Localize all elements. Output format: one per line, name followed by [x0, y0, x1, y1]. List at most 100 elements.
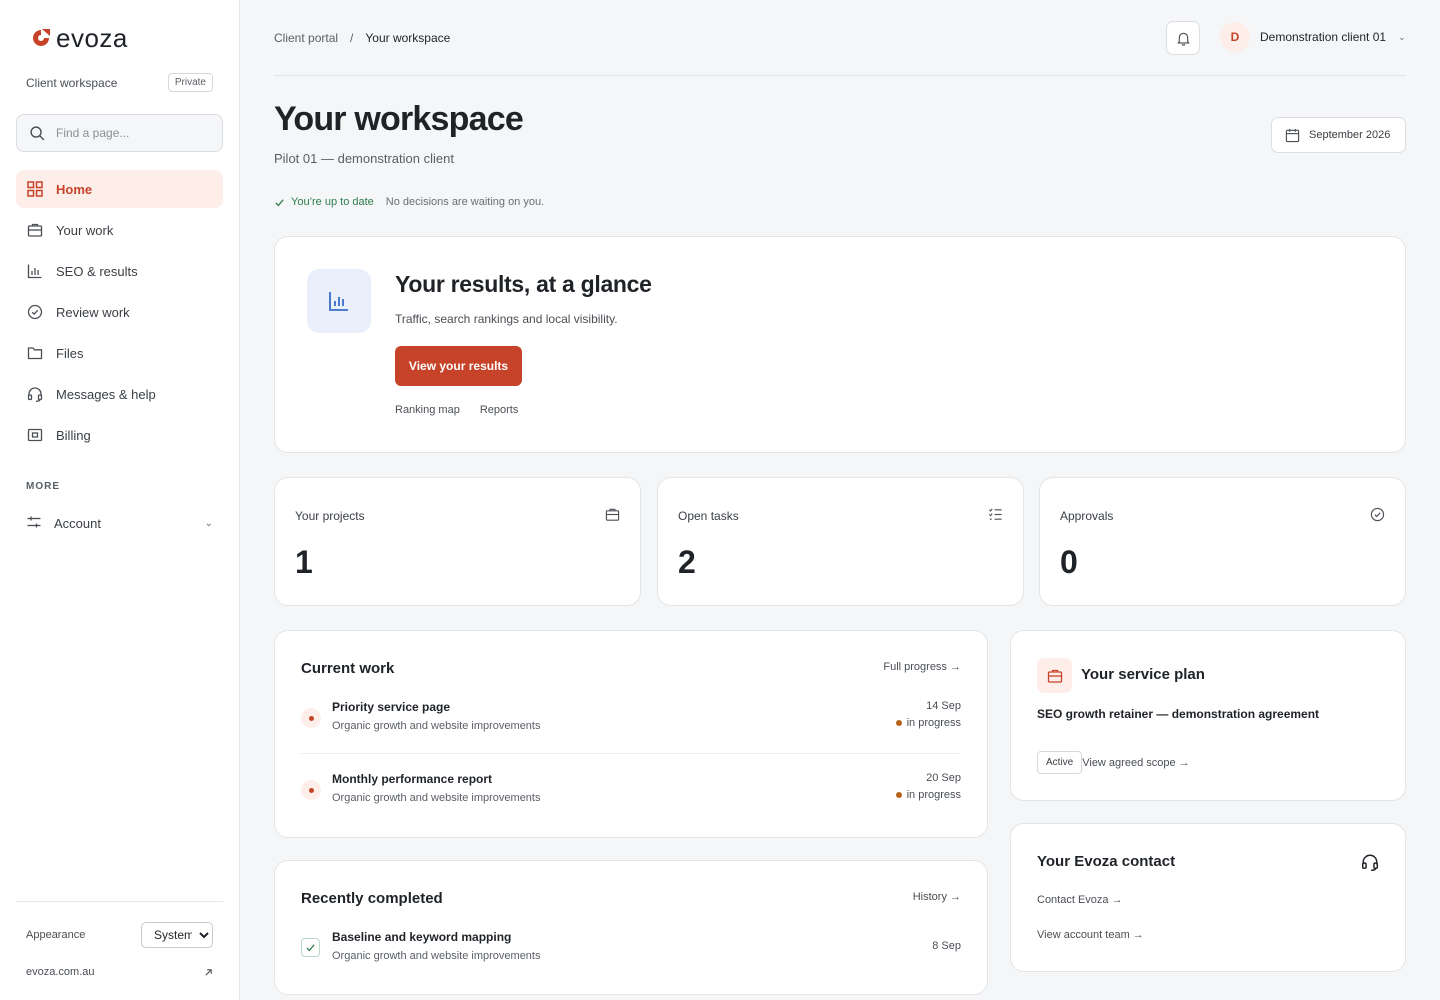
- sidebar-item-label: Review work: [56, 304, 130, 320]
- sidebar-item-your-work[interactable]: Your work: [16, 211, 223, 249]
- sidebar-item-home[interactable]: Home: [16, 170, 223, 208]
- breadcrumb-separator: /: [350, 31, 354, 45]
- stat-value: 2: [678, 544, 696, 580]
- sidebar-item-seo-results[interactable]: SEO & results: [16, 252, 223, 290]
- work-item-date: 8 Sep: [932, 940, 961, 952]
- work-item-date: 20 Sep: [926, 772, 961, 784]
- headset-icon: [1361, 853, 1379, 874]
- appearance-row: Appearance System: [26, 922, 213, 948]
- check-circle-icon: [1370, 507, 1385, 525]
- sidebar-item-label: Home: [56, 181, 93, 197]
- brand-logo[interactable]: evoza: [30, 25, 128, 51]
- user-menu[interactable]: D Demonstration client 01 ⌄: [1220, 22, 1406, 52]
- work-item-title: Monthly performance report: [332, 772, 493, 786]
- results-subtitle: Traffic, search rankings and local visib…: [395, 312, 618, 326]
- chevron-down-icon: ⌄: [1398, 31, 1406, 42]
- search-box[interactable]: [16, 114, 223, 152]
- stat-label: Open tasks: [678, 509, 739, 523]
- results-card: Your results, at a glance Traffic, searc…: [274, 236, 1406, 453]
- work-item-date: 14 Sep: [926, 700, 961, 712]
- service-plan-card: Your service plan SEO growth retainer — …: [1010, 630, 1406, 801]
- list-item[interactable]: Baseline and keyword mapping Organic gro…: [301, 930, 961, 980]
- ranking-map-link[interactable]: Ranking map: [395, 404, 460, 416]
- results-chart-icon: [307, 269, 371, 333]
- workspace-badge: Private: [167, 73, 213, 92]
- in-progress-dot-icon: [301, 780, 321, 800]
- external-link-icon: [205, 968, 212, 976]
- view-results-button[interactable]: View your results: [395, 346, 522, 386]
- page-subtitle: Pilot 01 — demonstration client: [274, 151, 454, 166]
- stat-value: 0: [1060, 544, 1078, 580]
- sidebar-item-label: SEO & results: [56, 263, 138, 279]
- stat-label: Approvals: [1060, 509, 1114, 523]
- history-link[interactable]: History →: [913, 891, 961, 903]
- banknote-icon: [26, 426, 44, 444]
- check-circle-icon: [26, 303, 44, 321]
- checklist-icon: [988, 507, 1003, 525]
- sidebar-item-billing[interactable]: Billing: [16, 416, 223, 454]
- work-item-status: in progress: [896, 717, 961, 729]
- briefcase-icon: [26, 221, 44, 239]
- list-item[interactable]: Monthly performance report Organic growt…: [301, 772, 961, 822]
- view-scope-link[interactable]: View agreed scope →: [1082, 757, 1189, 769]
- account-team-link[interactable]: View account team →: [1037, 929, 1144, 941]
- bell-icon: [1176, 32, 1190, 46]
- more-section-label: MORE: [26, 481, 60, 492]
- status-line: You’re up to date No decisions are waiti…: [274, 196, 544, 208]
- notifications-button[interactable]: [1166, 21, 1200, 55]
- user-name: Demonstration client 01: [1260, 30, 1387, 44]
- contact-title: Your Evoza contact: [1037, 853, 1176, 870]
- reports-link[interactable]: Reports: [480, 404, 519, 416]
- appearance-label: Appearance: [26, 929, 86, 941]
- completed-check-icon: [301, 938, 320, 957]
- sliders-icon: [26, 514, 42, 533]
- appearance-select[interactable]: System: [141, 922, 213, 948]
- account-label: Account: [54, 515, 101, 531]
- sidebar-nav: Home Your work SEO & results Review work…: [16, 170, 223, 457]
- breadcrumb-current: Your workspace: [365, 31, 451, 45]
- sidebar-item-account[interactable]: Account ⌄: [16, 504, 223, 542]
- sidebar: evoza Client workspace Private Home Your…: [0, 0, 240, 1000]
- workspace-label: Client workspace: [26, 75, 118, 90]
- contact-card: Your Evoza contact Contact Evoza → View …: [1010, 823, 1406, 972]
- site-link[interactable]: evoza.com.au: [26, 966, 213, 978]
- stat-card-projects[interactable]: Your projects 1: [274, 477, 641, 606]
- top-bar: Client portal / Your workspace D Demonst…: [274, 0, 1406, 76]
- stat-card-approvals[interactable]: Approvals 0: [1039, 477, 1406, 606]
- breadcrumb: Client portal / Your workspace: [274, 31, 450, 45]
- service-plan-title: Your service plan: [1081, 666, 1205, 683]
- sidebar-item-label: Billing: [56, 427, 91, 443]
- work-item-description: Organic growth and website improvements: [332, 792, 541, 804]
- bar-chart-icon: [26, 262, 44, 280]
- search-icon: [30, 125, 45, 140]
- breadcrumb-root[interactable]: Client portal: [274, 31, 338, 45]
- contact-evoza-link[interactable]: Contact Evoza →: [1037, 894, 1123, 906]
- avatar: D: [1220, 22, 1250, 52]
- service-plan-name: SEO growth retainer — demonstration agre…: [1037, 707, 1320, 721]
- month-picker-button[interactable]: September 2026: [1271, 117, 1406, 153]
- list-item[interactable]: Priority service page Organic growth and…: [301, 700, 961, 750]
- stat-card-open-tasks[interactable]: Open tasks 2: [657, 477, 1024, 606]
- sidebar-item-label: Your work: [56, 222, 114, 238]
- recently-completed-card: Recently completed History → Baseline an…: [274, 860, 988, 995]
- in-progress-dot-icon: [301, 708, 321, 728]
- current-work-title: Current work: [301, 660, 395, 677]
- briefcase-icon: [1037, 658, 1072, 693]
- service-plan-row: Active View agreed scope →: [1037, 751, 1190, 774]
- chevron-down-icon: ⌄: [204, 517, 213, 529]
- status-message: No decisions are waiting on you.: [385, 196, 545, 208]
- briefcase-icon: [605, 507, 620, 525]
- stat-label: Your projects: [295, 509, 365, 523]
- search-input[interactable]: [56, 126, 206, 140]
- sidebar-item-label: Messages & help: [56, 386, 156, 402]
- divider: [301, 753, 961, 754]
- sidebar-item-label: Files: [56, 345, 84, 361]
- sidebar-item-messages-help[interactable]: Messages & help: [16, 375, 223, 413]
- full-progress-link[interactable]: Full progress →: [883, 661, 961, 673]
- sidebar-item-files[interactable]: Files: [16, 334, 223, 372]
- work-item-description: Organic growth and website improvements: [332, 720, 541, 732]
- sidebar-item-review-work[interactable]: Review work: [16, 293, 223, 331]
- headset-icon: [26, 385, 44, 403]
- sidebar-footer-divider: [16, 901, 223, 902]
- check-icon: [275, 198, 284, 206]
